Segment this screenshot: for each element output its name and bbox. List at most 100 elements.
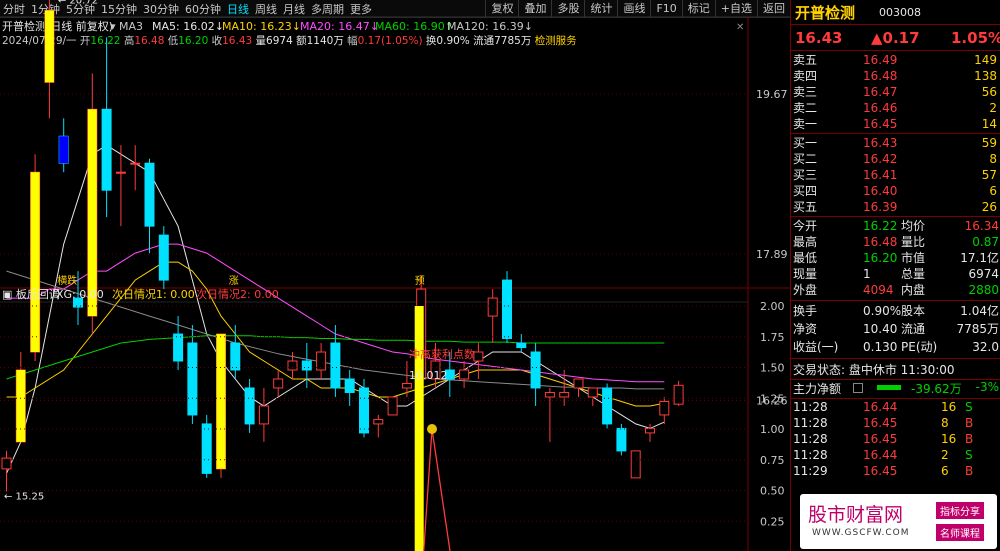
tick-volume: 16	[941, 432, 957, 446]
ask-volume: 138	[974, 69, 997, 83]
candle	[115, 145, 126, 227]
stat-label: 净资	[793, 322, 818, 336]
watermark-logo: 股市财富网 WWW.GSCFW.COM 指标分享 名师课程	[800, 494, 997, 549]
candle-body	[1, 457, 12, 470]
candle-body	[487, 297, 498, 317]
ask-volume: 149	[974, 53, 997, 67]
bid-label: 买一	[793, 136, 818, 150]
main-flow-value: -39.62万	[911, 382, 962, 396]
quote-panel: 开普检测 003008 16.43 ▲0.17 1.05% 卖五 16.49 149 卖四 16.…	[790, 0, 1000, 551]
stat-value: 2880	[968, 283, 999, 297]
candle-body	[544, 391, 555, 398]
bid-price: 16.40	[863, 184, 898, 198]
candle	[258, 387, 269, 442]
ask-price: 16.49	[863, 53, 898, 67]
tick-time: 11:29	[793, 464, 828, 478]
indicator-axis-label: 0.50	[760, 485, 785, 498]
stat-value: 0.87	[972, 235, 999, 249]
tick-price: 16.45	[863, 416, 898, 430]
tick-side: B	[965, 416, 974, 430]
candle	[187, 325, 198, 424]
candle	[659, 396, 670, 424]
candle-body	[158, 234, 169, 281]
stat-label: PE(动)	[901, 340, 938, 354]
bid-price: 16.41	[863, 168, 898, 182]
annotation-title: 冲高获利点数	[409, 347, 475, 361]
watermark-url: WWW.GSCFW.COM	[812, 528, 910, 538]
candle	[473, 343, 484, 379]
stat-label: 市值	[901, 251, 926, 265]
candle	[273, 369, 284, 397]
stat-value: 1.04亿	[960, 304, 999, 318]
stat-row: 换手 0.90% 股本 1.04亿	[791, 303, 1000, 319]
tick-row: 11:28 16.44 2 S	[791, 447, 1000, 463]
main-flow-pct: -3%	[975, 380, 999, 394]
tick-time: 11:28	[793, 400, 828, 414]
watermark-tag-2: 名师课程	[936, 524, 984, 541]
candle	[201, 414, 212, 478]
candle-body	[401, 382, 412, 389]
signal-marker: 预	[415, 275, 425, 287]
stat-label: 量比	[901, 235, 926, 249]
stat-label: 总量	[901, 267, 926, 281]
indicator-axis-label: 1.00	[760, 423, 785, 436]
ask-volume: 56	[981, 85, 997, 99]
tick-row: 11:28 16.44 16 S	[791, 399, 1000, 415]
divider	[791, 133, 1000, 134]
candle	[673, 380, 684, 406]
tick-row: 11:28 16.45 8 B	[791, 415, 1000, 431]
tick-row: 11:29 16.45 6 B	[791, 463, 1000, 479]
tick-volume: 6	[941, 464, 949, 478]
candle-body	[359, 387, 369, 434]
candle-body	[130, 162, 141, 165]
stat-row: 外盘 4094 内盘 2880	[791, 282, 1000, 298]
candle-body	[645, 427, 655, 434]
bid-row: 买五 16.39 26	[791, 199, 1000, 215]
candle	[502, 271, 512, 344]
bid-label: 买五	[793, 200, 818, 214]
ask-row: 卖二 16.46 2	[791, 100, 1000, 116]
bid-row: 买三 16.41 57	[791, 167, 1000, 183]
ask-price: 16.47	[863, 85, 898, 99]
signal-bar	[87, 109, 97, 317]
annotation-value: 10.012	[409, 369, 448, 382]
tick-price: 16.45	[863, 464, 898, 478]
ask-label: 卖一	[793, 117, 818, 131]
bid-price: 16.39	[863, 200, 898, 214]
candle	[316, 343, 327, 379]
ask-volume: 2	[989, 101, 997, 115]
candle	[587, 387, 598, 406]
main-flow-bar	[877, 385, 901, 390]
stat-value: 16.20	[863, 251, 898, 265]
bid-row: 买一 16.43 59	[791, 135, 1000, 151]
indicator-axis-label: 0.75	[760, 454, 785, 467]
tick-side: B	[965, 464, 974, 478]
candle-body	[258, 405, 269, 425]
ask-label: 卖二	[793, 101, 818, 115]
stat-label: 股本	[901, 304, 926, 318]
indicator-axis-label: 2.00	[760, 300, 785, 313]
divider	[791, 300, 1000, 301]
price-change: ▲0.17	[871, 29, 920, 47]
candle-body	[673, 384, 684, 405]
candle	[230, 325, 241, 379]
chart-toggle-icon[interactable]	[853, 383, 863, 393]
stat-value: 6974	[968, 267, 999, 281]
candle	[158, 226, 169, 290]
ask-row: 卖五 16.49 149	[791, 52, 1000, 68]
stat-value: 17.1亿	[960, 251, 999, 265]
candle-body	[559, 391, 570, 398]
bid-volume: 6	[989, 184, 997, 198]
signal-bar	[59, 136, 69, 164]
ask-row: 卖三 16.47 56	[791, 84, 1000, 100]
ma120-label: MA120: 16.39↓	[447, 20, 533, 33]
ask-label: 卖四	[793, 69, 818, 83]
ma60-label: MA60: 16.90↑	[375, 20, 454, 33]
stat-row: 最低 16.20 市值 17.1亿	[791, 250, 1000, 266]
candle-body	[616, 427, 627, 452]
stat-label: 最低	[793, 251, 818, 265]
stat-value: 16.22	[863, 219, 898, 233]
stat-value: 0.130	[863, 340, 898, 354]
stock-code: 003008	[879, 6, 921, 19]
indicator-s2: 次日情况2: 0.00	[196, 287, 279, 301]
